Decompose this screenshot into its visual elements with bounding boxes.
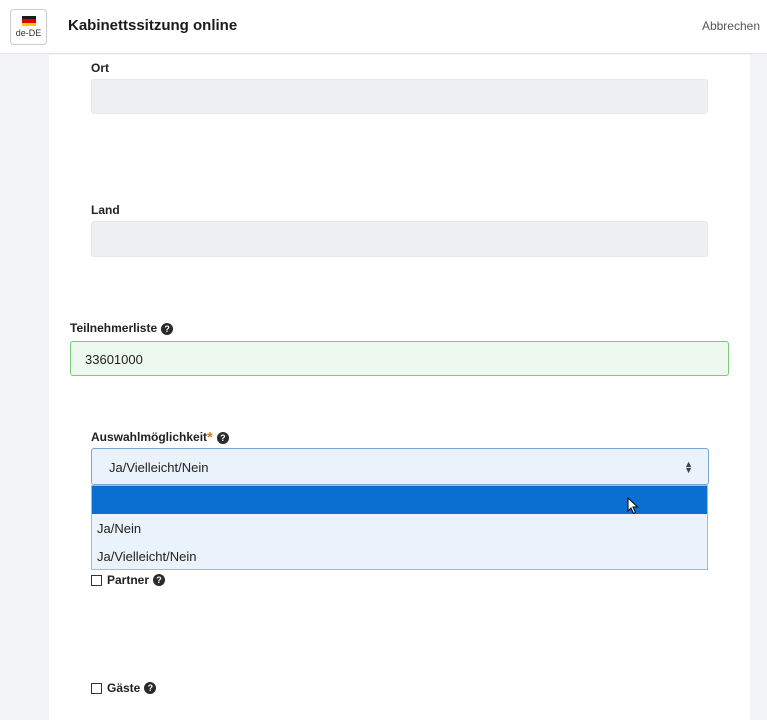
partner-row: Partner ? xyxy=(91,573,166,587)
teilnehmerliste-label-text: Teilnehmerliste xyxy=(70,321,158,335)
auswahl-select[interactable]: Ja/Vielleicht/Nein ▲ ▼ xyxy=(91,448,709,485)
language-button[interactable]: de-DE xyxy=(10,9,47,45)
auswahl-label: Auswahlmöglichkeit*? xyxy=(91,428,229,446)
page-title: Kabinettssitzung online xyxy=(68,17,238,34)
german-flag-icon xyxy=(21,16,36,26)
land-label: Land xyxy=(91,203,120,217)
question-circle-icon[interactable]: ? xyxy=(161,322,174,335)
teilnehmerliste-field[interactable]: 33601000 xyxy=(70,341,729,376)
required-star-icon: * xyxy=(207,428,213,446)
dropdown-option[interactable]: Ja/Vielleicht/Nein xyxy=(92,542,707,570)
cancel-button[interactable]: Abbrechen xyxy=(702,19,760,33)
question-circle-icon[interactable]: ? xyxy=(216,431,229,444)
question-circle-icon[interactable]: ? xyxy=(153,574,166,586)
auswahl-label-text: Auswahlmöglichkeit xyxy=(91,430,208,444)
top-bar: de-DE Kabinettssitzung online Abbrechen xyxy=(0,0,767,54)
gaeste-row: Gäste ? xyxy=(91,681,157,695)
auswahl-dropdown[interactable]: Ja/Nein Ja/Vielleicht/Nein xyxy=(91,485,708,570)
auswahl-selected-value: Ja/Vielleicht/Nein xyxy=(109,460,209,475)
teilnehmerliste-value: 33601000 xyxy=(85,352,143,367)
partner-checkbox[interactable] xyxy=(91,574,102,586)
teilnehmerliste-label: Teilnehmerliste? xyxy=(70,321,174,335)
question-circle-icon[interactable]: ? xyxy=(144,682,157,694)
language-code: de-DE xyxy=(15,28,42,38)
gaeste-label: Gäste xyxy=(107,681,141,695)
dropdown-option[interactable] xyxy=(92,486,707,514)
gaeste-checkbox[interactable] xyxy=(91,682,102,694)
ort-field[interactable] xyxy=(91,79,708,114)
mouse-pointer-icon xyxy=(627,497,639,515)
dropdown-option[interactable]: Ja/Nein xyxy=(92,514,707,542)
land-field[interactable] xyxy=(91,221,708,257)
select-arrows-icon: ▲ ▼ xyxy=(684,459,693,475)
ort-label: Ort xyxy=(91,61,109,75)
form-panel: Ort Land Teilnehmerliste? 33601000 Auswa… xyxy=(49,55,750,720)
partner-label: Partner xyxy=(107,573,150,587)
